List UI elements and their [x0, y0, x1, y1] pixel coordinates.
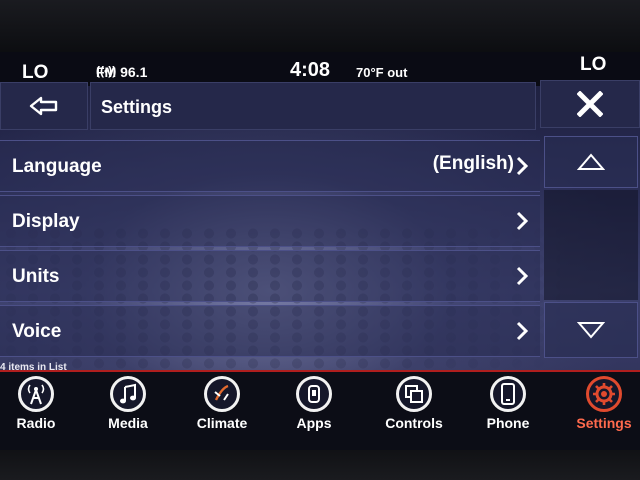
page-title: Settings [101, 97, 173, 117]
list-item-label: Voice [12, 321, 62, 342]
nav-label: Phone [486, 415, 530, 431]
scroll-up-button[interactable] [544, 136, 638, 188]
nav-apps[interactable]: Apps [274, 376, 354, 442]
list-item-label: Units [12, 266, 60, 287]
back-arrow-icon [29, 96, 58, 116]
scroll-track [544, 190, 638, 300]
nav-label: Climate [196, 415, 248, 431]
list-item-units[interactable]: Units [0, 250, 540, 302]
nav-settings[interactable]: Settings [564, 376, 640, 442]
nav-media[interactable]: Media [88, 376, 168, 442]
apps-icon [296, 376, 332, 412]
close-icon [577, 91, 603, 117]
driver-temp-lo: LO [22, 62, 49, 83]
nav-label: Radio [16, 415, 56, 431]
nav-climate[interactable]: Climate [182, 376, 262, 442]
outside-temperature: 70°F out [356, 65, 408, 80]
nav-label: Controls [385, 415, 443, 431]
nav-label: Media [108, 415, 148, 431]
chevron-right-icon [516, 156, 528, 176]
close-button[interactable] [540, 80, 640, 128]
nav-phone[interactable]: Phone [468, 376, 548, 442]
list-item-label: Display [12, 211, 80, 232]
triangle-up-icon [577, 153, 605, 170]
chevron-right-icon [516, 211, 528, 231]
nav-controls[interactable]: Controls [374, 376, 454, 442]
list-item-language[interactable]: Language (English) [0, 140, 540, 192]
chevron-right-icon [516, 321, 528, 341]
climate-icon [204, 376, 240, 412]
radio-tower-icon [18, 376, 54, 412]
music-note-icon [110, 376, 146, 412]
bottom-nav: Radio Media Climate Apps Controls Phone [0, 372, 640, 450]
scroll-down-button[interactable] [544, 302, 638, 358]
nav-label: Apps [296, 415, 332, 431]
list-item-voice[interactable]: Voice [0, 305, 540, 357]
page-header: Settings [90, 82, 536, 130]
chevron-right-icon [516, 266, 528, 286]
controls-icon [396, 376, 432, 412]
radio-station: FM 96.1 [96, 64, 148, 80]
passenger-temp-lo: LO [580, 54, 607, 75]
language-value: (English) [432, 153, 514, 174]
phone-icon [490, 376, 526, 412]
back-button[interactable] [0, 82, 88, 130]
clock: 4:08 [290, 59, 331, 81]
list-item-label: Language [12, 156, 102, 177]
list-item-display[interactable]: Display [0, 195, 540, 247]
gear-icon [586, 376, 622, 412]
nav-radio[interactable]: Radio [0, 376, 76, 442]
triangle-down-icon [577, 322, 605, 339]
nav-label: Settings [576, 415, 632, 431]
